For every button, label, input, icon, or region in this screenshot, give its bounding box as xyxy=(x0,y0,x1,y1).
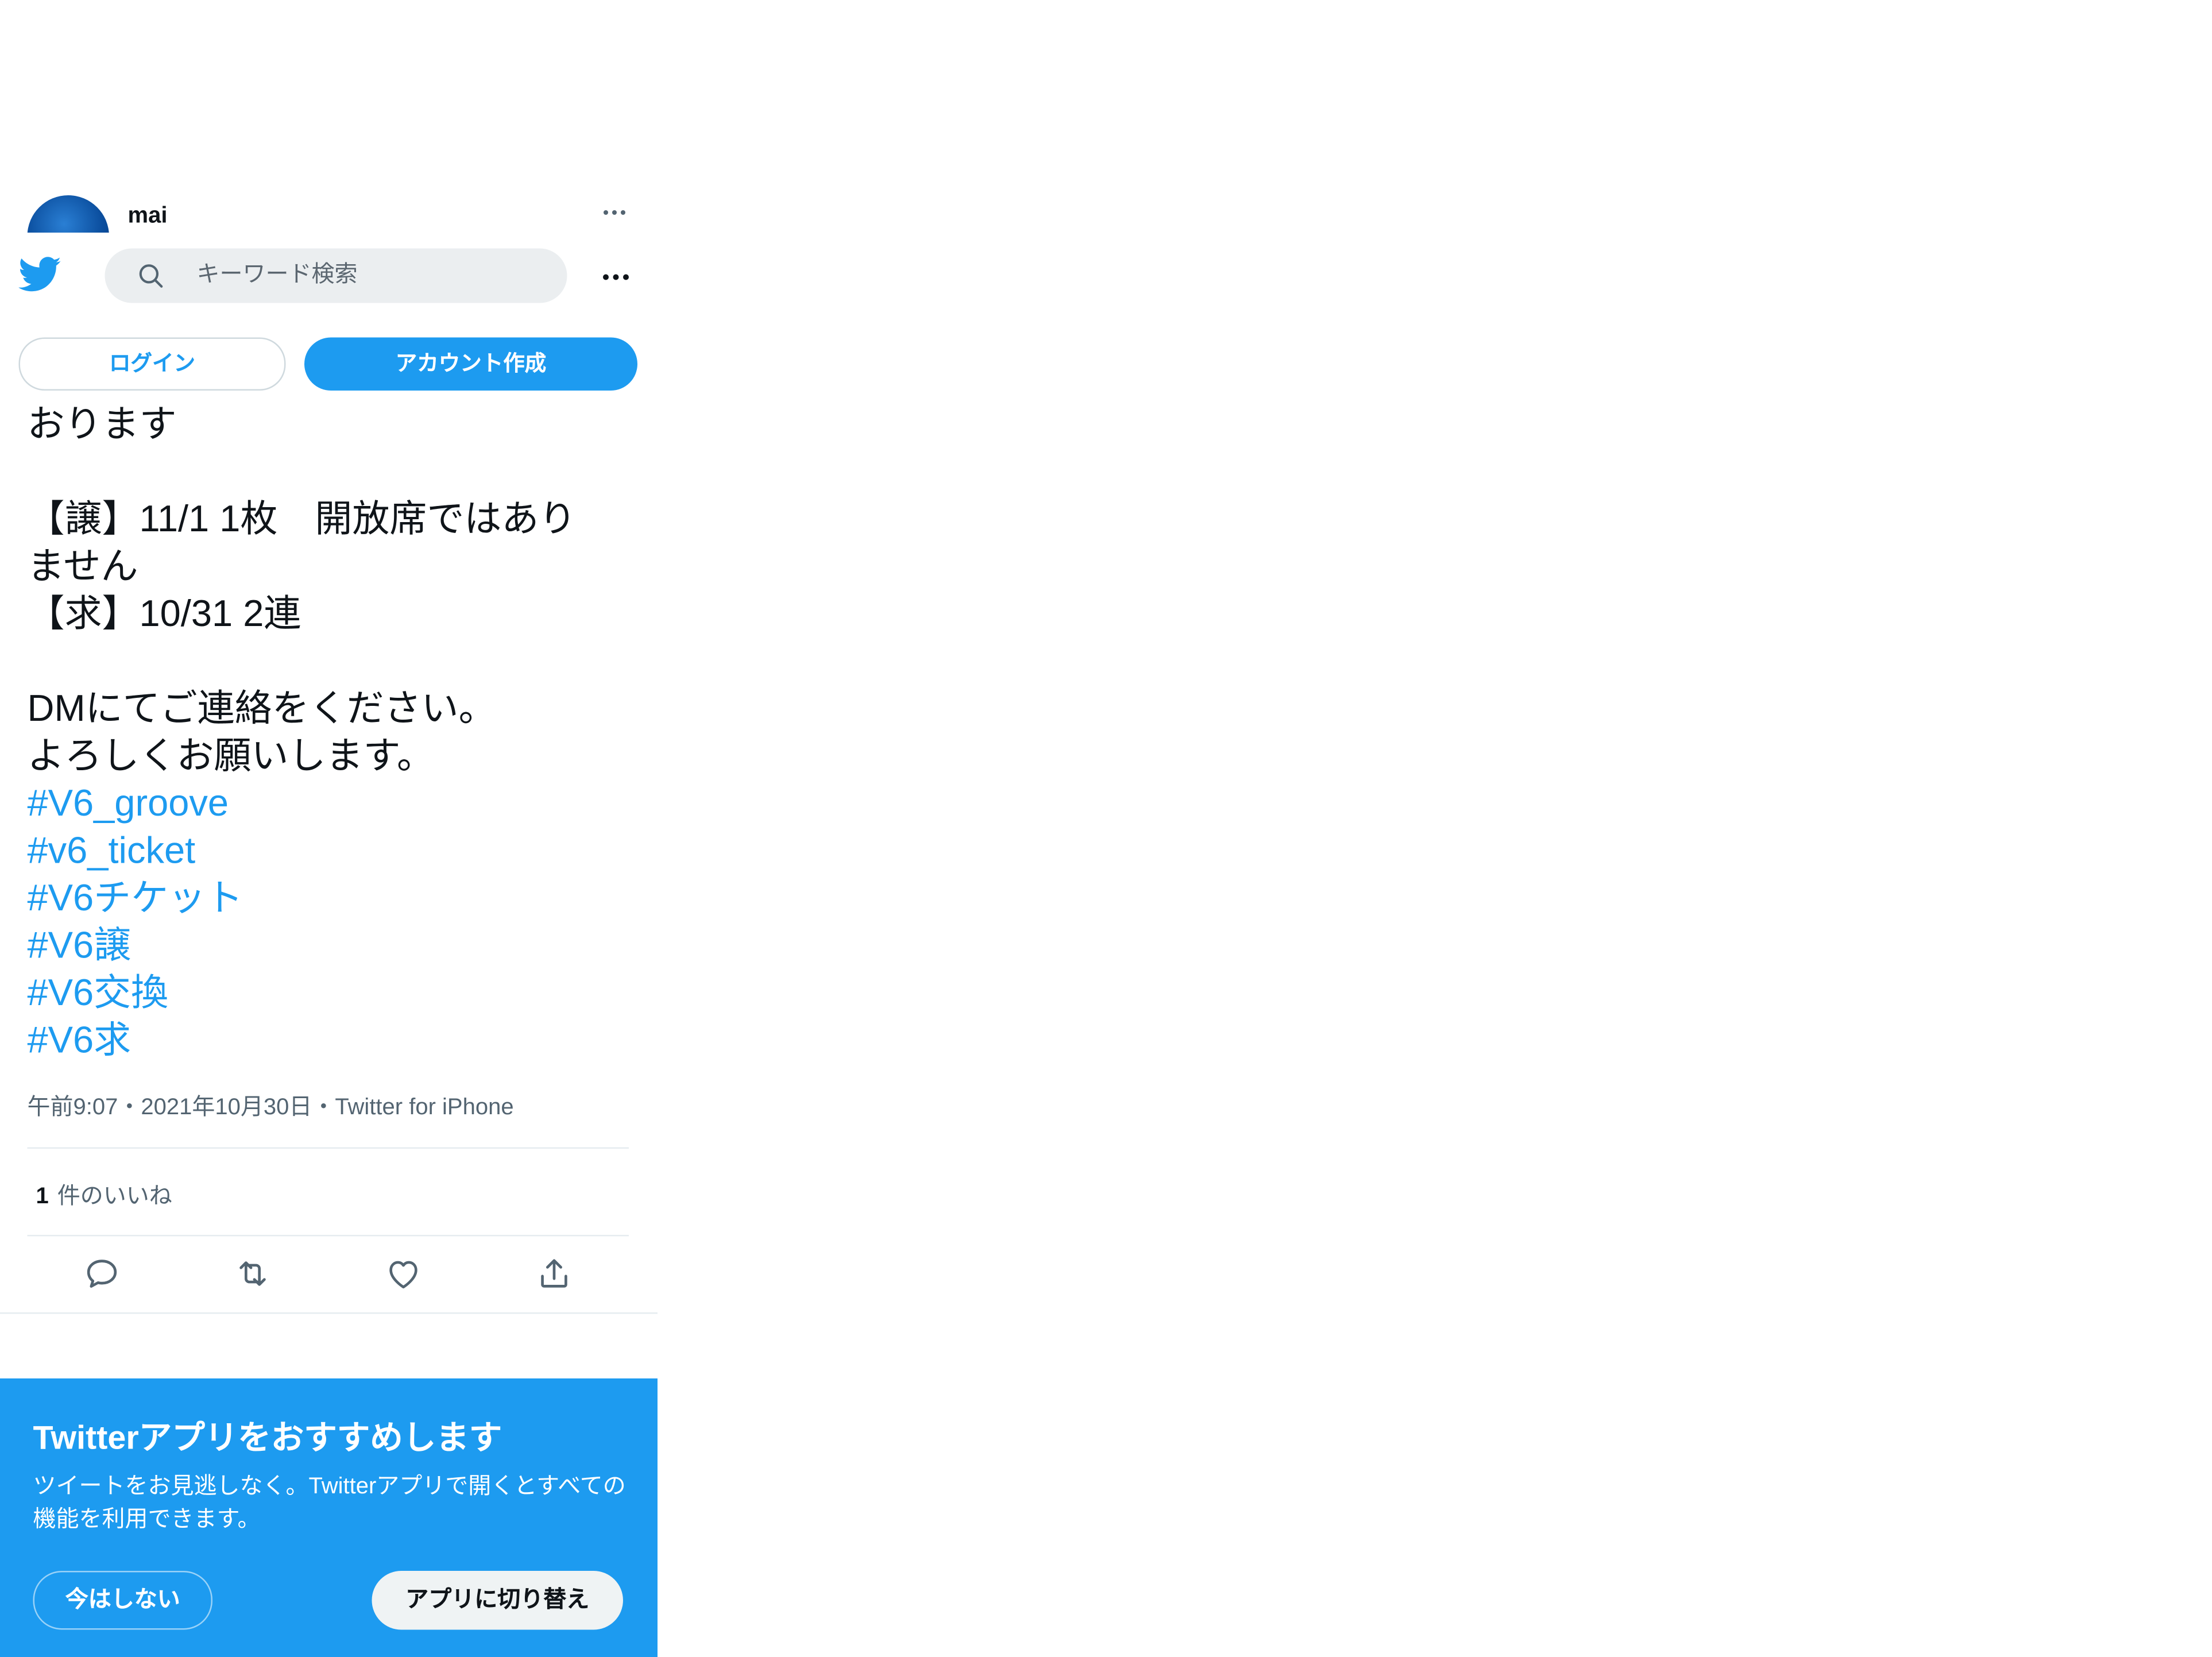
search-box[interactable] xyxy=(105,248,567,303)
tweet-line: ません xyxy=(27,544,138,588)
like-count-label: 件のいいね xyxy=(57,1184,172,1210)
app-promo-banner: Twitterアプリをおすすめします ツイートをお見逃しなく。Twitterアプ… xyxy=(0,1378,658,1657)
author-name[interactable]: mai xyxy=(128,204,168,230)
divider xyxy=(27,1147,629,1149)
tweet-text: おります 【譲】11/1 1枚 開放席ではあり ません 【求】10/31 2連 … xyxy=(28,401,631,1064)
share-button[interactable] xyxy=(534,1254,574,1294)
create-account-button[interactable]: アカウント作成 xyxy=(304,337,637,391)
avatar[interactable] xyxy=(27,195,109,233)
not-now-button[interactable]: 今はしない xyxy=(33,1571,212,1630)
hashtag-link[interactable]: #V6譲 xyxy=(28,922,631,970)
twitter-bird-icon[interactable] xyxy=(18,253,62,296)
hashtag-link[interactable]: #V6チケット xyxy=(28,875,631,922)
tweet-line: よろしくお願いします。 xyxy=(27,733,435,777)
tweet-line: 【譲】11/1 1枚 開放席ではあり xyxy=(27,497,577,540)
switch-to-app-button[interactable]: アプリに切り替え xyxy=(372,1571,623,1630)
like-button[interactable] xyxy=(384,1254,424,1294)
heart-icon xyxy=(389,1261,417,1289)
tweet-line: DMにてご連絡をください。 xyxy=(27,686,496,729)
divider xyxy=(27,1235,629,1237)
hashtag-link[interactable]: #V6交換 xyxy=(28,970,631,1017)
tweet-line xyxy=(28,638,631,685)
more-icon[interactable] xyxy=(599,260,633,295)
hashtag-link[interactable]: #v6_ticket xyxy=(28,827,631,875)
hashtag-link[interactable]: #V6求 xyxy=(28,1017,631,1064)
search-icon xyxy=(139,264,163,288)
search-input[interactable] xyxy=(196,248,542,303)
login-button[interactable]: ログイン xyxy=(18,337,286,391)
retweet-icon xyxy=(239,1261,266,1286)
top-header xyxy=(0,233,658,322)
like-count-number: 1 xyxy=(36,1184,49,1210)
tweet-line: 【求】10/31 2連 xyxy=(27,592,301,635)
hashtag-link[interactable]: #V6_groove xyxy=(28,780,631,828)
tweet-author-row: mai xyxy=(0,184,658,233)
more-icon[interactable] xyxy=(597,198,632,227)
tweet-line: おります xyxy=(27,402,177,445)
share-icon xyxy=(541,1259,567,1288)
tweet-timestamp[interactable]: 午前9:07・2021年10月30日・Twitter for iPhone xyxy=(28,1087,514,1122)
retweet-button[interactable] xyxy=(233,1254,273,1294)
banner-description: ツイートをお見逃しなく。Twitterアプリで開くとすべての機能を利用できます。 xyxy=(33,1474,626,1532)
divider xyxy=(0,1312,658,1314)
banner-title: Twitterアプリをおすすめします xyxy=(33,1419,502,1456)
reply-icon xyxy=(87,1260,117,1288)
reply-button[interactable] xyxy=(82,1254,122,1294)
like-count[interactable]: 1 件のいいね xyxy=(36,1176,172,1211)
tweet-line xyxy=(28,448,631,496)
